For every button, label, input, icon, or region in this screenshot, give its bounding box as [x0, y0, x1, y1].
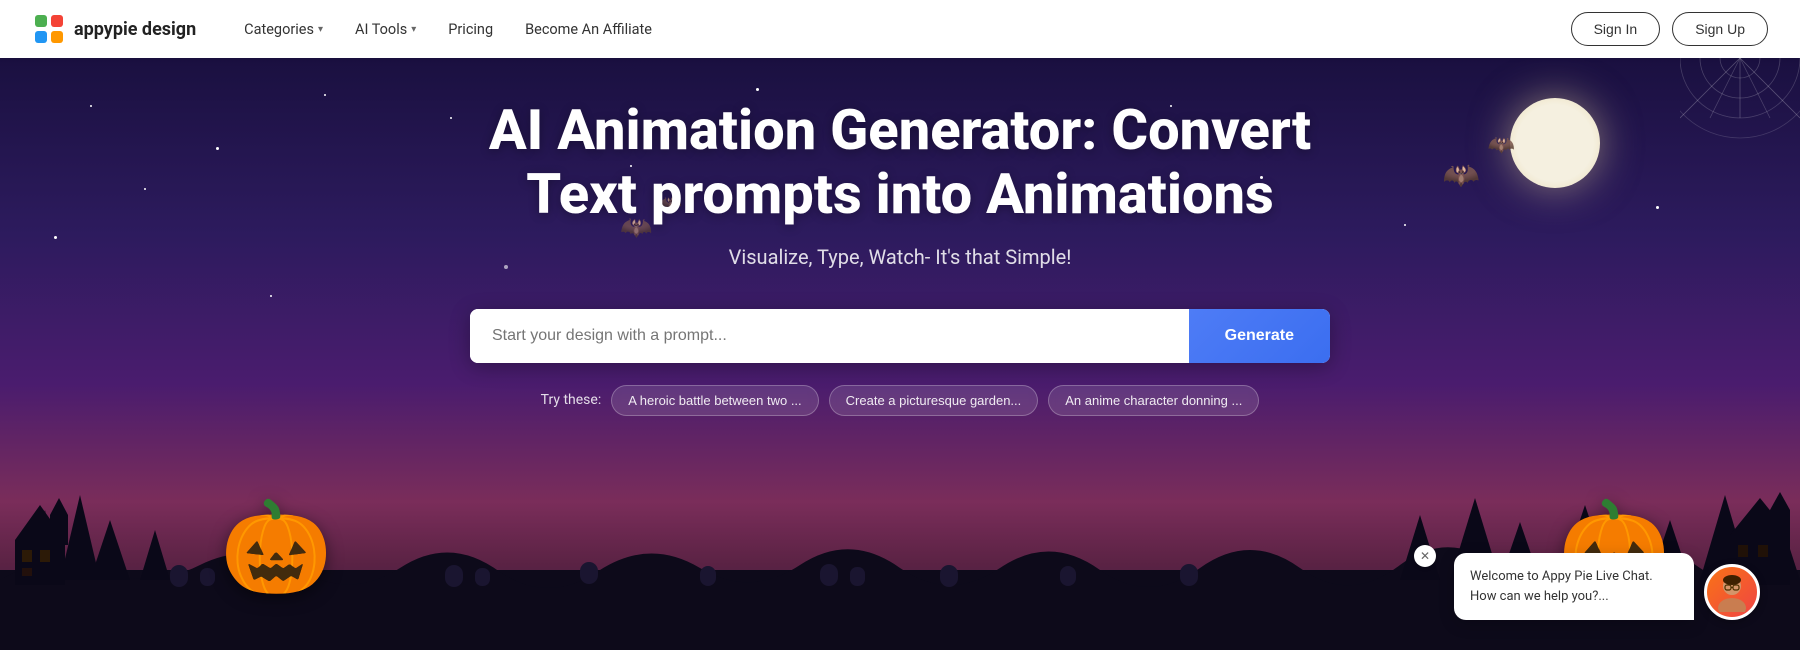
- nav-auth-buttons: Sign In Sign Up: [1571, 12, 1768, 46]
- chat-bubble-container: ✕ Welcome to Appy Pie Live Chat. How can…: [1454, 553, 1694, 620]
- chat-widget: ✕ Welcome to Appy Pie Live Chat. How can…: [1454, 553, 1760, 620]
- nav-affiliate[interactable]: Become An Affiliate: [525, 21, 652, 38]
- hero-title: AI Animation Generator: Convert Text pro…: [450, 98, 1350, 227]
- chevron-down-icon: ▾: [318, 24, 323, 35]
- chevron-down-icon: ▾: [411, 24, 416, 35]
- chat-bubble: Welcome to Appy Pie Live Chat. How can w…: [1454, 553, 1694, 620]
- logo-icon: [32, 12, 66, 46]
- navbar: appypie design Categories ▾ AI Tools ▾ P…: [0, 0, 1800, 58]
- nav-ai-tools[interactable]: AI Tools ▾: [355, 21, 416, 38]
- nav-pricing[interactable]: Pricing: [448, 21, 493, 38]
- generate-button[interactable]: Generate: [1189, 309, 1330, 363]
- search-input[interactable]: [470, 309, 1189, 363]
- nav-links: Categories ▾ AI Tools ▾ Pricing Become A…: [244, 21, 1570, 38]
- logo-text: appypie design: [74, 19, 196, 40]
- signin-button[interactable]: Sign In: [1571, 12, 1661, 46]
- signup-button[interactable]: Sign Up: [1672, 12, 1768, 46]
- suggestion-pill-2[interactable]: Create a picturesque garden...: [829, 385, 1039, 416]
- suggestion-pill-1[interactable]: A heroic battle between two ...: [611, 385, 818, 416]
- hero-content: AI Animation Generator: Convert Text pro…: [0, 98, 1800, 416]
- suggestion-pill-3[interactable]: An anime character donning ...: [1048, 385, 1259, 416]
- nav-categories[interactable]: Categories ▾: [244, 21, 323, 38]
- logo[interactable]: appypie design: [32, 12, 196, 46]
- chat-close-button[interactable]: ✕: [1414, 545, 1436, 567]
- chat-avatar[interactable]: [1704, 564, 1760, 620]
- avatar-icon: [1712, 572, 1752, 612]
- try-these-section: Try these: A heroic battle between two .…: [541, 385, 1260, 416]
- hero-subtitle: Visualize, Type, Watch- It's that Simple…: [729, 245, 1072, 269]
- try-these-label: Try these:: [541, 392, 602, 408]
- search-box: Generate: [470, 309, 1330, 363]
- pumpkin-left-decoration: 🎃: [220, 495, 332, 600]
